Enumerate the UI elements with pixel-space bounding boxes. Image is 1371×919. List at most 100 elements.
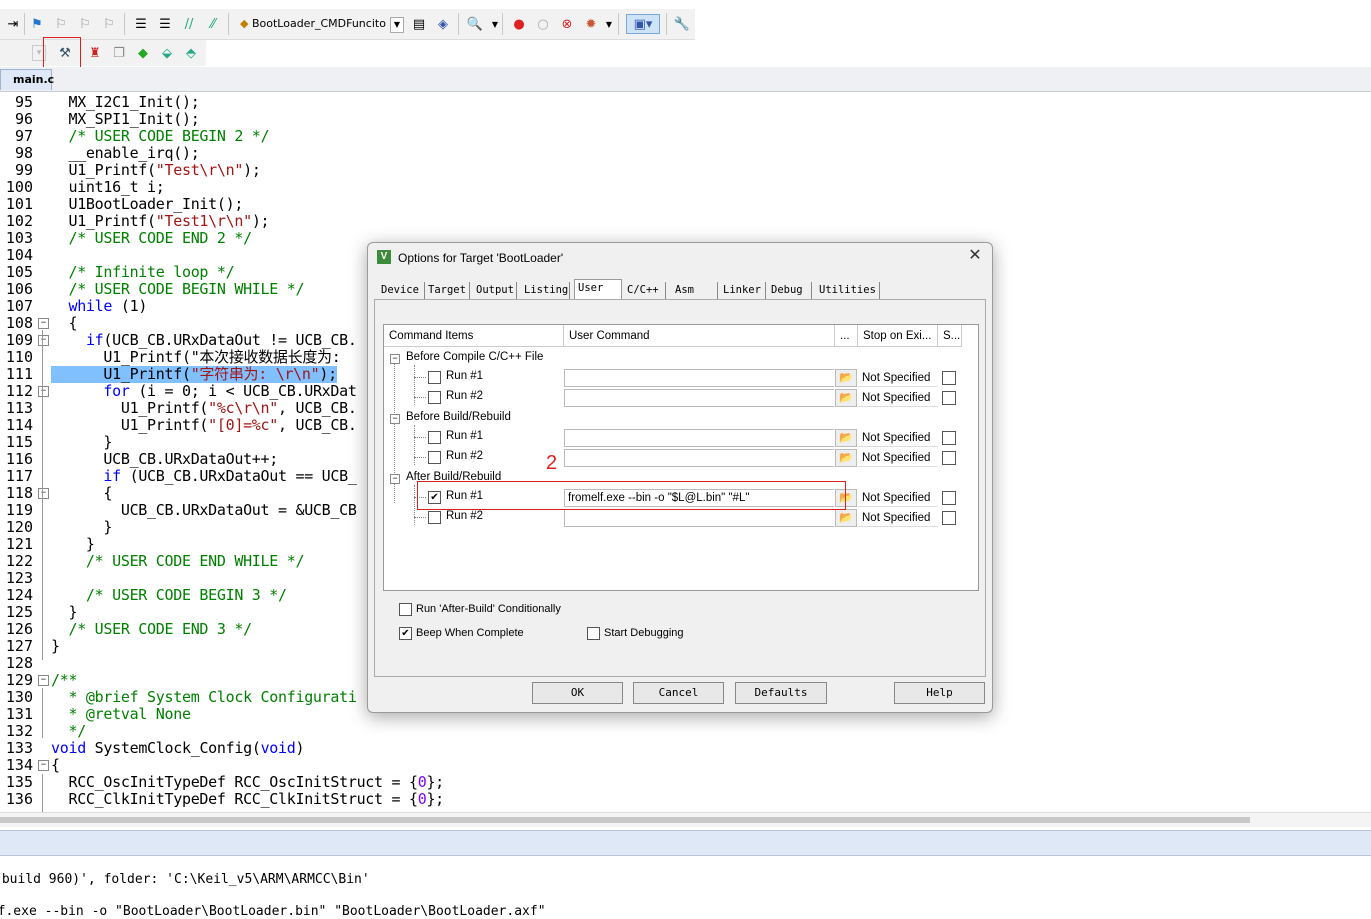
collapse-icon[interactable]: −	[390, 474, 400, 484]
code-line[interactable]: MX_SPI1_Init();	[51, 111, 199, 128]
code-line[interactable]: UCB_CB.URxDataOut = &UCB_CB	[51, 502, 357, 519]
before-build-run1-s-checkbox[interactable]	[942, 431, 956, 445]
code-line[interactable]: {	[51, 315, 77, 332]
tab-output[interactable]: Output	[473, 282, 517, 299]
code-line[interactable]: U1_Printf("字符串为: \r\n");	[51, 366, 337, 383]
indent-less-icon[interactable]: ☰	[156, 15, 174, 33]
tab-target[interactable]: Target	[425, 282, 470, 299]
code-line[interactable]: if (UCB_CB.URxDataOut == UCB_	[51, 468, 357, 485]
ok-button[interactable]: OK	[532, 682, 623, 704]
code-line[interactable]: /**	[51, 672, 78, 689]
comment-icon[interactable]: //	[180, 15, 198, 33]
code-line[interactable]: U1BootLoader_Init();	[51, 196, 243, 213]
code-line[interactable]: RCC_OscInitTypeDef RCC_OscInitStruct = {…	[51, 774, 444, 791]
before-build-run1-checkbox[interactable]	[428, 431, 441, 444]
collapse-icon[interactable]: −	[390, 354, 400, 364]
before-build-run2-checkbox[interactable]	[428, 451, 441, 464]
horizontal-scrollbar[interactable]	[0, 812, 1371, 827]
before-compile-run1-stop[interactable]: Not Specified	[858, 369, 938, 387]
before-compile-run2-command[interactable]	[564, 389, 834, 407]
after-build-run1-s-checkbox[interactable]	[942, 491, 956, 505]
after-build-run2-checkbox[interactable]	[428, 511, 441, 524]
code-line[interactable]: U1_Printf("%c\r\n", UCB_CB.	[51, 400, 357, 417]
file-extensions-icon[interactable]: ▤	[410, 15, 428, 33]
bookmark-icon[interactable]: ⚑	[28, 15, 46, 33]
beep-checkbox[interactable]: ✔	[399, 627, 412, 640]
run-after-build-checkbox[interactable]	[399, 603, 412, 616]
before-compile-run2-checkbox[interactable]	[428, 391, 441, 404]
download-icon[interactable]: ⬙	[158, 44, 176, 62]
code-line[interactable]: for (i = 0; i < UCB_CB.URxDat	[51, 383, 357, 400]
tab-device[interactable]: Device	[378, 282, 425, 299]
clear-breakpoints-icon[interactable]: ⊗	[558, 15, 576, 33]
pack-installer-icon[interactable]: ♜	[86, 44, 104, 62]
target-select[interactable]: ◆ BootLoader_CMDFuncito ▼	[240, 14, 404, 34]
code-line[interactable]: * @brief System Clock Configurati	[51, 689, 356, 706]
before-compile-run2-s-checkbox[interactable]	[942, 391, 956, 405]
after-build-run2-s-checkbox[interactable]	[942, 511, 956, 525]
code-line[interactable]: uint16_t i;	[51, 179, 164, 196]
fold-icon[interactable]: −	[38, 488, 49, 499]
code-line[interactable]: /* USER CODE END WHILE */	[51, 553, 305, 570]
folder-icon[interactable]: 📂	[835, 449, 857, 467]
breakpoint-icon[interactable]: ●	[510, 15, 528, 33]
defaults-button[interactable]: Defaults	[735, 682, 827, 704]
clear-bookmarks-icon[interactable]: ⚐	[100, 15, 118, 33]
before-compile-run1-s-checkbox[interactable]	[942, 371, 956, 385]
code-line[interactable]: /* USER CODE BEGIN WHILE */	[51, 281, 304, 298]
indent-icon[interactable]: ⇥	[4, 15, 22, 33]
code-line[interactable]: /* USER CODE BEGIN 2 */	[51, 128, 269, 145]
code-line[interactable]: }	[51, 519, 112, 536]
code-line[interactable]: }	[51, 536, 95, 553]
tab-asm[interactable]: Asm	[672, 282, 718, 299]
find-icon[interactable]: 🔍	[466, 15, 484, 33]
disable-breakpoint-icon[interactable]: ○	[534, 15, 552, 33]
after-build-run2-command[interactable]	[564, 509, 834, 527]
tab-listing[interactable]: Listing	[521, 282, 570, 299]
before-compile-run1-command[interactable]	[564, 369, 834, 387]
close-icon[interactable]: ✕	[966, 247, 984, 265]
start-debugging-checkbox[interactable]	[587, 627, 600, 640]
before-compile-run1-checkbox[interactable]	[428, 371, 441, 384]
fold-icon[interactable]: −	[38, 386, 49, 397]
debug-icon[interactable]: ⬘	[182, 44, 200, 62]
indent-more-icon[interactable]: ☰	[132, 15, 150, 33]
folder-icon[interactable]: 📂	[835, 369, 857, 387]
tab-main-c[interactable]: main.c	[0, 69, 54, 90]
fold-icon[interactable]: −	[38, 760, 49, 771]
fold-icon[interactable]: −	[38, 318, 49, 329]
folder-icon[interactable]: 📂	[835, 389, 857, 407]
code-line[interactable]: /* USER CODE END 3 */	[51, 621, 252, 638]
before-build-run2-command[interactable]	[564, 449, 834, 467]
folder-icon[interactable]: 📂	[835, 429, 857, 447]
after-build-run2-stop[interactable]: Not Specified	[858, 509, 938, 527]
fold-icon[interactable]: −	[38, 675, 49, 686]
folder-icon[interactable]: 📂	[835, 509, 857, 527]
window-layout-icon[interactable]: ▣▾	[626, 14, 660, 34]
after-build-run1-stop[interactable]: Not Specified	[858, 489, 938, 507]
code-line[interactable]: U1_Printf("Test\r\n");	[51, 162, 260, 179]
next-bookmark-icon[interactable]: ⚐	[76, 15, 94, 33]
prev-bookmark-icon[interactable]: ⚐	[52, 15, 70, 33]
code-line[interactable]: __enable_irq();	[51, 145, 199, 162]
code-line[interactable]: /* USER CODE BEGIN 3 */	[51, 587, 287, 604]
cancel-button[interactable]: Cancel	[633, 682, 724, 704]
tab-linker[interactable]: Linker	[720, 282, 766, 299]
fold-icon[interactable]: −	[38, 335, 49, 346]
kill-breakpoints-icon[interactable]: ✹	[582, 15, 600, 33]
chevron-down-icon[interactable]: ▼	[390, 17, 404, 33]
before-compile-run2-stop[interactable]: Not Specified	[858, 389, 938, 407]
code-line[interactable]: */	[51, 723, 86, 740]
code-line[interactable]: U1_Printf("Test1\r\n");	[51, 213, 269, 230]
code-line[interactable]: }	[51, 604, 77, 621]
uncomment-icon[interactable]: ⁄⁄	[204, 15, 222, 33]
tab-debug[interactable]: Debug	[768, 282, 812, 299]
before-build-run1-command[interactable]	[564, 429, 834, 447]
code-line[interactable]: /* USER CODE END 2 */	[51, 230, 252, 247]
configure-icon[interactable]: 🔧	[673, 15, 691, 33]
code-line[interactable]: void SystemClock_Config(void)	[51, 740, 305, 757]
code-line[interactable]: /* Infinite loop */	[51, 264, 234, 281]
code-line[interactable]: RCC_ClkInitTypeDef RCC_ClkInitStruct = {…	[51, 791, 444, 808]
code-line[interactable]: U1_Printf("本次接收数据长度为:	[51, 349, 340, 366]
manage-rte-icon[interactable]: ◆	[134, 44, 152, 62]
